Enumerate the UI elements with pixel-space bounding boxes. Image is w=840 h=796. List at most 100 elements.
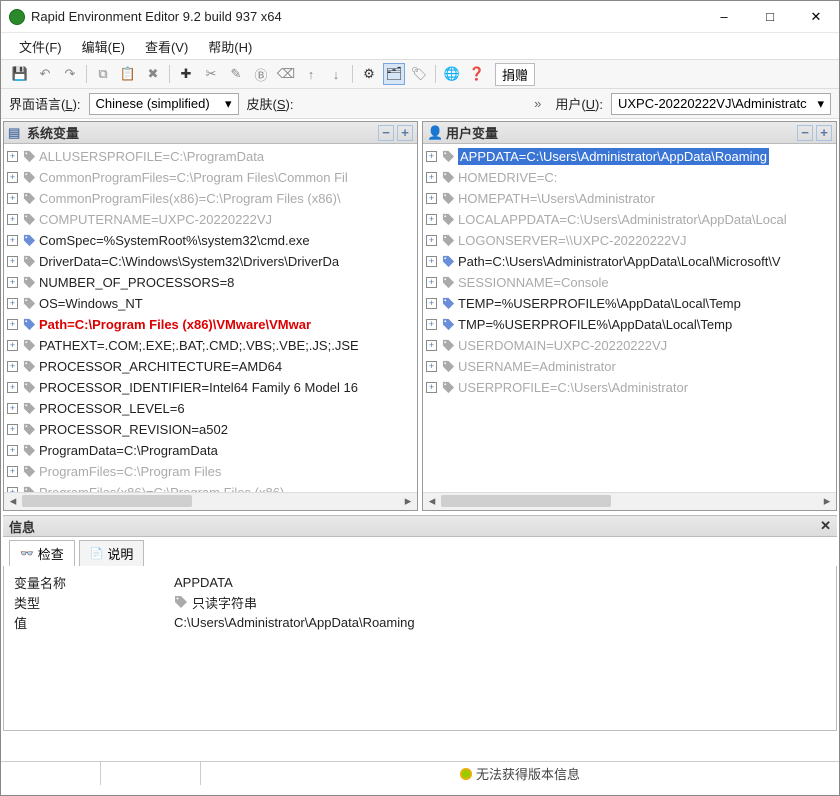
- expand-icon[interactable]: +: [7, 361, 18, 372]
- expander-icon[interactable]: »: [528, 96, 547, 111]
- info-close-icon[interactable]: ✕: [820, 518, 831, 534]
- var-row[interactable]: +Path=C:\Users\Administrator\AppData\Loc…: [423, 251, 836, 272]
- expand-icon[interactable]: +: [426, 298, 437, 309]
- save-icon[interactable]: 💾: [9, 63, 31, 85]
- expand-icon[interactable]: +: [426, 319, 437, 330]
- folders-icon[interactable]: 🗂: [383, 63, 405, 85]
- var-row[interactable]: +ProgramFiles=C:\Program Files: [4, 461, 417, 482]
- var-row[interactable]: +Path=C:\Program Files (x86)\VMware\VMwa…: [4, 314, 417, 335]
- expand-icon[interactable]: +: [426, 382, 437, 393]
- var-row[interactable]: +LOGONSERVER=\\UXPC-20220222VJ: [423, 230, 836, 251]
- expand-icon[interactable]: +: [7, 403, 18, 414]
- hscrollbar[interactable]: ◂ ▸: [423, 492, 836, 510]
- paste-icon[interactable]: 📋: [117, 63, 139, 85]
- expand-icon[interactable]: +: [816, 125, 832, 141]
- expand-icon[interactable]: +: [7, 193, 18, 204]
- scroll-right-icon[interactable]: ▸: [818, 493, 836, 510]
- expand-icon[interactable]: +: [7, 466, 18, 477]
- expand-icon[interactable]: +: [397, 125, 413, 141]
- add-icon[interactable]: ✚: [175, 63, 197, 85]
- help-icon[interactable]: ❓: [466, 63, 488, 85]
- var-row[interactable]: +ComSpec=%SystemRoot%\system32\cmd.exe: [4, 230, 417, 251]
- menu-help[interactable]: 帮助(H): [198, 35, 262, 58]
- var-row[interactable]: +CommonProgramFiles(x86)=C:\Program File…: [4, 188, 417, 209]
- expand-icon[interactable]: +: [7, 445, 18, 456]
- expand-icon[interactable]: +: [426, 193, 437, 204]
- var-row[interactable]: +PROCESSOR_REVISION=a502: [4, 419, 417, 440]
- expand-icon[interactable]: +: [426, 361, 437, 372]
- scroll-left-icon[interactable]: ◂: [4, 493, 22, 510]
- tab-description[interactable]: 📄说明: [79, 540, 145, 566]
- menu-file[interactable]: 文件(F): [9, 35, 72, 58]
- expand-icon[interactable]: +: [7, 298, 18, 309]
- expand-icon[interactable]: +: [426, 340, 437, 351]
- var-row[interactable]: +SESSIONNAME=Console: [423, 272, 836, 293]
- expand-icon[interactable]: +: [426, 235, 437, 246]
- var-row[interactable]: +COMPUTERNAME=UXPC-20220222VJ: [4, 209, 417, 230]
- var-row[interactable]: +USERDOMAIN=UXPC-20220222VJ: [423, 335, 836, 356]
- gear-icon[interactable]: ⚙: [358, 63, 380, 85]
- hscrollbar[interactable]: ◂ ▸: [4, 492, 417, 510]
- donate-button[interactable]: 捐赠: [495, 63, 535, 86]
- expand-icon[interactable]: +: [7, 340, 18, 351]
- menu-edit[interactable]: 编辑(E): [72, 35, 135, 58]
- expand-icon[interactable]: +: [7, 214, 18, 225]
- var-row[interactable]: +PROCESSOR_ARCHITECTURE=AMD64: [4, 356, 417, 377]
- expand-icon[interactable]: +: [7, 172, 18, 183]
- bold-icon[interactable]: Ⓑ: [250, 63, 272, 85]
- minimize-button[interactable]: –: [701, 1, 747, 33]
- expand-icon[interactable]: +: [426, 277, 437, 288]
- var-row[interactable]: +ALLUSERSPROFILE=C:\ProgramData: [4, 146, 417, 167]
- var-row[interactable]: +OS=Windows_NT: [4, 293, 417, 314]
- var-row[interactable]: +APPDATA=C:\Users\Administrator\AppData\…: [423, 146, 836, 167]
- undo-icon[interactable]: ↶: [34, 63, 56, 85]
- redo-icon[interactable]: ↷: [59, 63, 81, 85]
- var-row[interactable]: +TMP=%USERPROFILE%\AppData\Local\Temp: [423, 314, 836, 335]
- expand-icon[interactable]: +: [426, 214, 437, 225]
- menu-view[interactable]: 查看(V): [135, 35, 198, 58]
- expand-icon[interactable]: +: [7, 151, 18, 162]
- maximize-button[interactable]: □: [747, 1, 793, 33]
- edit-icon[interactable]: ✎: [225, 63, 247, 85]
- scroll-left-icon[interactable]: ◂: [423, 493, 441, 510]
- tab-inspect[interactable]: 👓检查: [9, 540, 75, 566]
- var-row[interactable]: +PATHEXT=.COM;.EXE;.BAT;.CMD;.VBS;.VBE;.…: [4, 335, 417, 356]
- globe-icon[interactable]: 🌐: [441, 63, 463, 85]
- scroll-thumb[interactable]: [22, 495, 192, 507]
- system-vars-tree[interactable]: +ALLUSERSPROFILE=C:\ProgramData+CommonPr…: [4, 144, 417, 492]
- expand-icon[interactable]: +: [7, 319, 18, 330]
- var-row[interactable]: +ProgramData=C:\ProgramData: [4, 440, 417, 461]
- down-icon[interactable]: ↓: [325, 63, 347, 85]
- var-row[interactable]: +PROCESSOR_LEVEL=6: [4, 398, 417, 419]
- collapse-icon[interactable]: −: [378, 125, 394, 141]
- var-row[interactable]: +DriverData=C:\Windows\System32\Drivers\…: [4, 251, 417, 272]
- var-row[interactable]: +HOMEDRIVE=C:: [423, 167, 836, 188]
- tag-icon[interactable]: 🏷: [408, 63, 430, 85]
- var-row[interactable]: +NUMBER_OF_PROCESSORS=8: [4, 272, 417, 293]
- delete-icon[interactable]: ✖: [142, 63, 164, 85]
- expand-icon[interactable]: +: [7, 235, 18, 246]
- var-row[interactable]: +HOMEPATH=\Users\Administrator: [423, 188, 836, 209]
- scroll-right-icon[interactable]: ▸: [399, 493, 417, 510]
- user-select[interactable]: UXPC-20220222VJ\Administratc▾: [611, 93, 831, 115]
- scroll-thumb[interactable]: [441, 495, 611, 507]
- var-row[interactable]: +PROCESSOR_IDENTIFIER=Intel64 Family 6 M…: [4, 377, 417, 398]
- expand-icon[interactable]: +: [426, 256, 437, 267]
- expand-icon[interactable]: +: [7, 424, 18, 435]
- close-button[interactable]: ✕: [793, 1, 839, 33]
- expand-icon[interactable]: +: [426, 172, 437, 183]
- collapse-icon[interactable]: −: [797, 125, 813, 141]
- copy-icon[interactable]: ⧉: [92, 63, 114, 85]
- expand-icon[interactable]: +: [426, 151, 437, 162]
- var-row[interactable]: +USERPROFILE=C:\Users\Administrator: [423, 377, 836, 398]
- cut-icon[interactable]: ✂: [200, 63, 222, 85]
- up-icon[interactable]: ↑: [300, 63, 322, 85]
- var-row[interactable]: +ProgramFiles(x86)=C:\Program Files (x86…: [4, 482, 417, 492]
- expand-icon[interactable]: +: [7, 256, 18, 267]
- var-row[interactable]: +CommonProgramFiles=C:\Program Files\Com…: [4, 167, 417, 188]
- user-vars-tree[interactable]: +APPDATA=C:\Users\Administrator\AppData\…: [423, 144, 836, 492]
- var-row[interactable]: +LOCALAPPDATA=C:\Users\Administrator\App…: [423, 209, 836, 230]
- lang-select[interactable]: Chinese (simplified)▾: [89, 93, 239, 115]
- clear-icon[interactable]: ⌫: [275, 63, 297, 85]
- expand-icon[interactable]: +: [7, 277, 18, 288]
